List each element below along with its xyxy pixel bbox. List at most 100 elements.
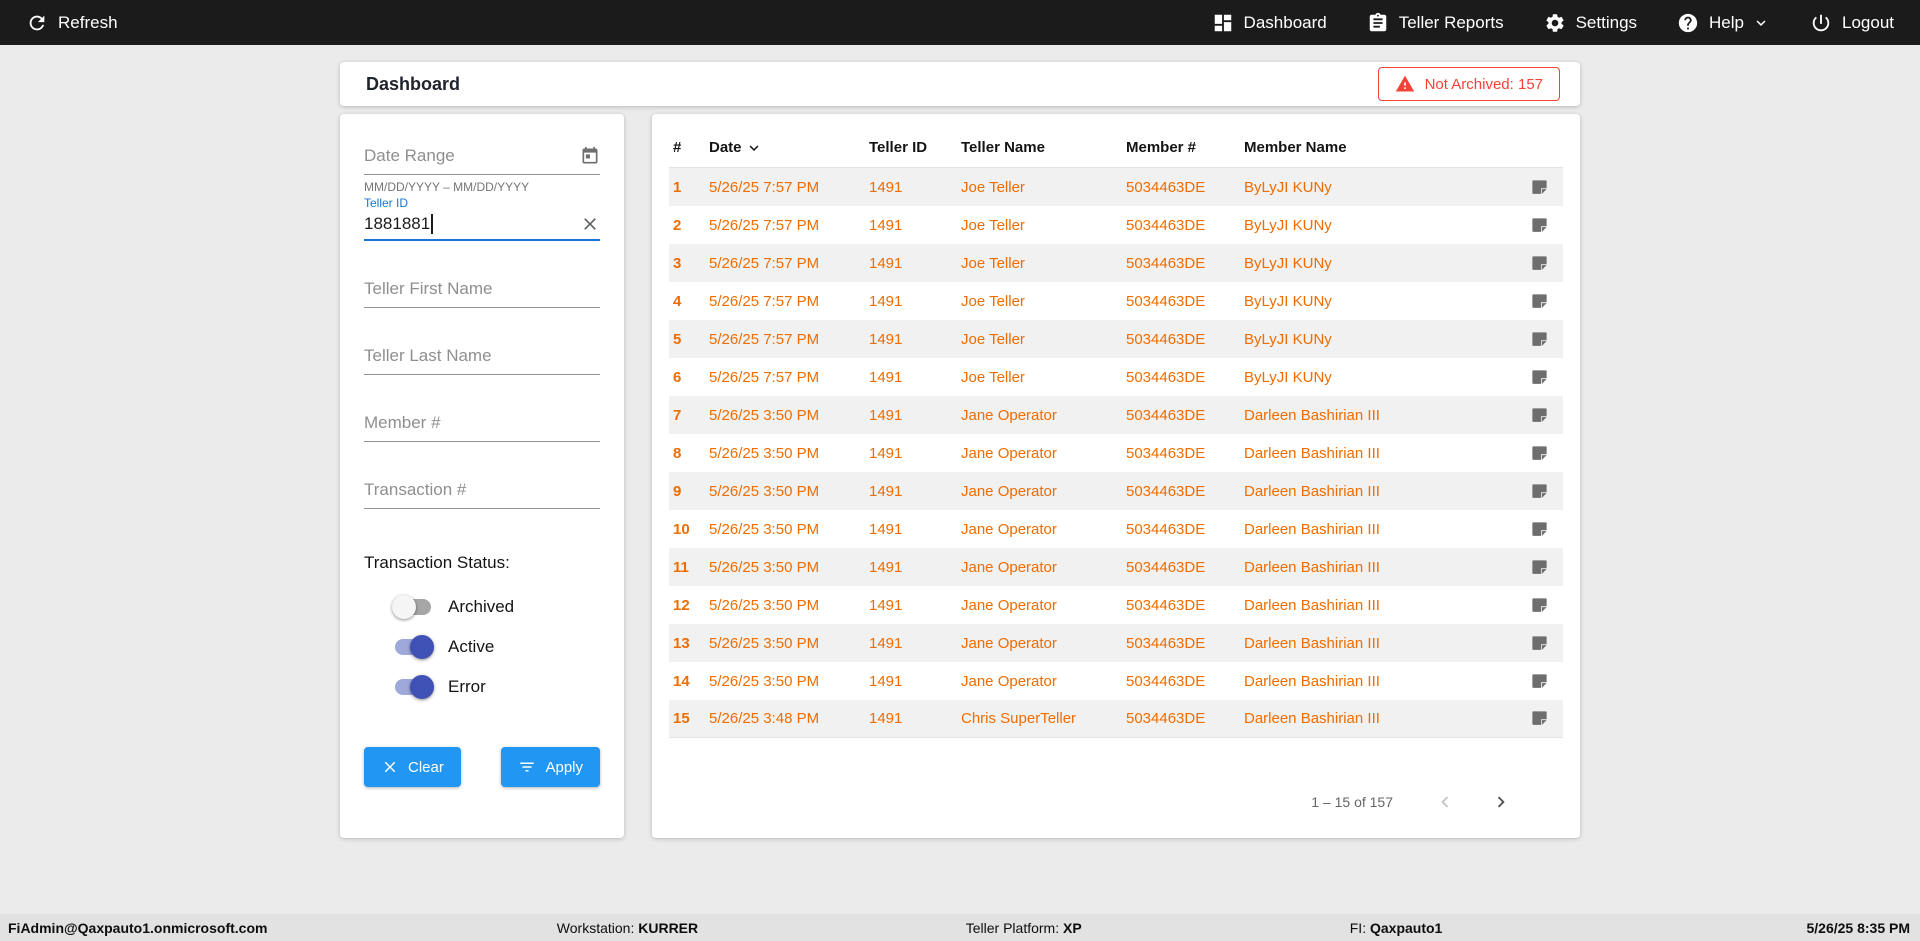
nav-teller-reports-label: Teller Reports [1398, 12, 1504, 32]
note-icon[interactable] [1530, 672, 1549, 691]
table-row[interactable]: 8 5/26/25 3:50 PM 1491 Jane Operator 503… [669, 434, 1563, 472]
teller-first-name-field[interactable]: Teller First Name [364, 279, 600, 308]
active-switch-icon[interactable] [392, 635, 434, 659]
page-title: Dashboard [366, 73, 461, 94]
topbar: Refresh Dashboard Teller Reports Setting… [0, 0, 1920, 45]
next-page-button[interactable] [1483, 784, 1519, 820]
filter-icon [520, 762, 535, 772]
row-teller-id: 1491 [869, 292, 903, 310]
teller-first-name-placeholder: Teller First Name [364, 279, 493, 298]
nav-dashboard-label: Dashboard [1243, 12, 1327, 32]
table-row[interactable]: 9 5/26/25 3:50 PM 1491 Jane Operator 503… [669, 472, 1563, 510]
nav-dashboard[interactable]: Dashboard [1212, 12, 1327, 34]
not-archived-badge[interactable]: Not Archived: 157 [1377, 67, 1560, 101]
table-row[interactable]: 14 5/26/25 3:50 PM 1491 Jane Operator 50… [669, 662, 1563, 700]
table-row[interactable]: 1 5/26/25 7:57 PM 1491 Joe Teller 503446… [669, 168, 1563, 206]
apply-button[interactable]: Apply [501, 747, 600, 787]
refresh-icon [29, 15, 45, 30]
active-toggle[interactable]: Active [364, 635, 600, 659]
note-icon[interactable] [1530, 634, 1549, 653]
note-icon[interactable] [1530, 330, 1549, 349]
note-icon[interactable] [1530, 558, 1549, 577]
archived-switch-icon[interactable] [392, 595, 434, 619]
table-row[interactable]: 4 5/26/25 7:57 PM 1491 Joe Teller 503446… [669, 282, 1563, 320]
nav-help[interactable]: Help [1677, 12, 1770, 34]
refresh-button[interactable]: Refresh [26, 12, 118, 34]
transaction-number-field[interactable]: Transaction # [364, 480, 600, 509]
note-icon[interactable] [1530, 520, 1549, 539]
row-member-number: 5034463DE [1126, 710, 1206, 727]
row-member-name: ByLyJI KUNy [1244, 216, 1332, 234]
row-date: 5/26/25 3:48 PM [709, 710, 820, 727]
nav-help-label: Help [1709, 12, 1744, 32]
table-row[interactable]: 15 5/26/25 3:48 PM 1491 Chris SuperTelle… [669, 700, 1563, 738]
error-toggle[interactable]: Error [364, 675, 600, 699]
chevron-right-icon [1497, 796, 1505, 808]
row-number: 8 [673, 444, 682, 462]
not-archived-label: Not Archived: 157 [1424, 75, 1543, 93]
row-date: 5/26/25 3:50 PM [709, 634, 820, 652]
help-icon [1678, 13, 1698, 32]
table-row[interactable]: 12 5/26/25 3:50 PM 1491 Jane Operator 50… [669, 586, 1563, 624]
table-row[interactable]: 10 5/26/25 3:50 PM 1491 Jane Operator 50… [669, 510, 1563, 548]
row-date: 5/26/25 3:50 PM [709, 406, 820, 424]
row-member-number: 5034463DE [1126, 406, 1206, 424]
row-teller-name: Joe Teller [961, 254, 1025, 272]
row-teller-id: 1491 [869, 444, 903, 462]
row-teller-name: Joe Teller [961, 178, 1025, 196]
note-icon[interactable] [1530, 178, 1549, 197]
clear-button[interactable]: Clear [364, 747, 461, 787]
row-date: 5/26/25 7:57 PM [709, 254, 820, 272]
table-row[interactable]: 11 5/26/25 3:50 PM 1491 Jane Operator 50… [669, 548, 1563, 586]
filter-panel: Date Range MM/DD/YYYY – MM/DD/YYYY Telle… [340, 114, 624, 838]
member-number-field[interactable]: Member # [364, 413, 600, 442]
row-date: 5/26/25 3:50 PM [709, 596, 820, 614]
archived-toggle[interactable]: Archived [364, 595, 600, 619]
note-icon[interactable] [1530, 406, 1549, 425]
row-member-number: 5034463DE [1126, 330, 1206, 348]
table-row[interactable]: 3 5/26/25 7:57 PM 1491 Joe Teller 503446… [669, 244, 1563, 282]
row-member-number: 5034463DE [1126, 444, 1206, 462]
nav-logout-label: Logout [1842, 12, 1894, 32]
note-icon[interactable] [1530, 368, 1549, 387]
row-teller-id: 1491 [869, 710, 903, 727]
note-icon[interactable] [1530, 292, 1549, 311]
row-teller-name: Joe Teller [961, 216, 1025, 234]
row-member-name: Darleen Bashirian III [1244, 482, 1380, 500]
nav-settings[interactable]: Settings [1544, 12, 1637, 34]
teller-last-name-placeholder: Teller Last Name [364, 346, 492, 365]
teller-id-value[interactable]: 1881881 [364, 214, 430, 234]
note-icon[interactable] [1530, 254, 1549, 273]
table-row[interactable]: 7 5/26/25 3:50 PM 1491 Jane Operator 503… [669, 396, 1563, 434]
note-icon[interactable] [1530, 482, 1549, 501]
nav-logout[interactable]: Logout [1810, 12, 1894, 34]
row-teller-id: 1491 [869, 482, 903, 500]
row-member-name: ByLyJI KUNy [1244, 330, 1332, 348]
nav-teller-reports[interactable]: Teller Reports [1367, 12, 1504, 34]
row-number: 11 [673, 558, 689, 576]
row-member-number: 5034463DE [1126, 482, 1206, 500]
row-teller-name: Jane Operator [961, 672, 1057, 690]
error-switch-icon[interactable] [392, 675, 434, 699]
error-toggle-label: Error [448, 677, 486, 696]
note-icon[interactable] [1530, 709, 1549, 728]
note-icon[interactable] [1530, 216, 1549, 235]
row-teller-id: 1491 [869, 406, 903, 424]
teller-id-field[interactable]: Teller ID 1881881 [364, 196, 600, 241]
note-icon[interactable] [1530, 444, 1549, 463]
calendar-icon[interactable] [580, 146, 600, 166]
row-number: 15 [673, 710, 690, 727]
note-icon[interactable] [1530, 596, 1549, 615]
col-date[interactable]: Date [709, 139, 869, 157]
table-row[interactable]: 6 5/26/25 7:57 PM 1491 Joe Teller 503446… [669, 358, 1563, 396]
table-row[interactable]: 13 5/26/25 3:50 PM 1491 Jane Operator 50… [669, 624, 1563, 662]
table-row[interactable]: 5 5/26/25 7:57 PM 1491 Joe Teller 503446… [669, 320, 1563, 358]
date-range-field[interactable]: Date Range MM/DD/YYYY – MM/DD/YYYY [364, 146, 600, 194]
teller-last-name-field[interactable]: Teller Last Name [364, 346, 600, 375]
chevron-down-icon [1756, 19, 1766, 26]
table-row[interactable]: 2 5/26/25 7:57 PM 1491 Joe Teller 503446… [669, 206, 1563, 244]
clear-field-icon[interactable] [580, 214, 600, 234]
prev-page-button[interactable] [1427, 784, 1463, 820]
row-teller-name: Chris SuperTeller [961, 710, 1077, 727]
row-teller-id: 1491 [869, 520, 903, 538]
